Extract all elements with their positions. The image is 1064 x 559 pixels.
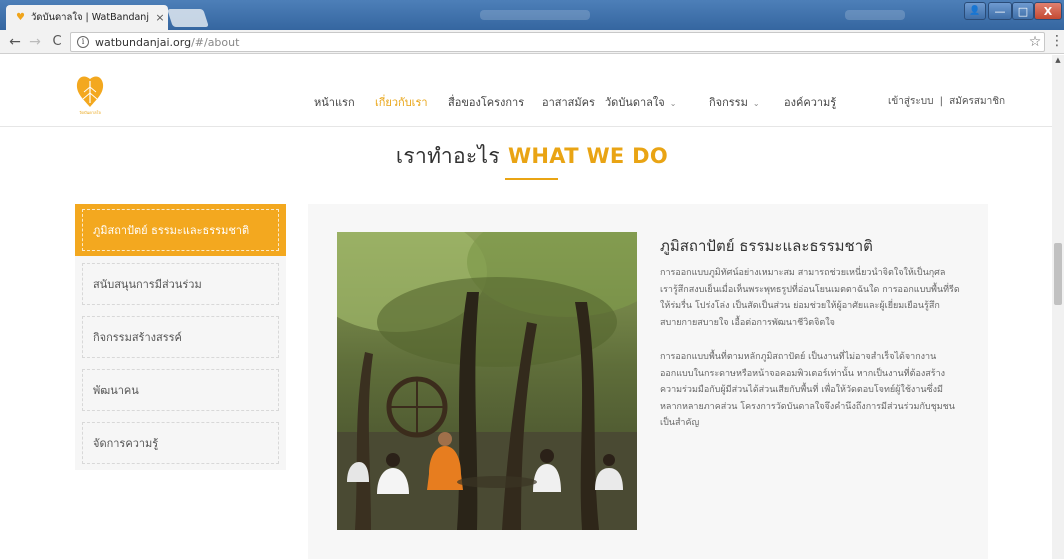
nav-media[interactable]: สื่อของโครงการ [448, 93, 524, 111]
auth-links: เข้าสู่ระบบ | สมัครสมาชิก [888, 94, 1005, 109]
scroll-up-arrow-icon[interactable]: ▲ [1052, 55, 1064, 65]
login-link[interactable]: เข้าสู่ระบบ [888, 96, 933, 107]
maximize-icon: □ [1017, 4, 1029, 18]
url-host: watbundanjai.org [95, 35, 192, 49]
url-text: watbundanjai.org/#/about [95, 36, 1026, 49]
nav-about[interactable]: เกี่ยวกับเรา [375, 93, 428, 111]
page-title: เราทำอะไร WHAT WE DO [0, 140, 1064, 173]
bodhi-leaf-logo-icon [76, 76, 104, 107]
title-underline [505, 178, 558, 180]
browser-titlebar: ♥ วัดบันดาลใจ | WatBandanj × 👤 — □ X [0, 0, 1064, 30]
tab-title: วัดบันดาลใจ | WatBandanj [30, 12, 149, 23]
nav-temples-label: วัดบันดาลใจ [605, 96, 665, 109]
content-paragraph-2: การออกแบบพื้นที่ตามหลักภูมิสถาปัตย์ เป็น… [660, 352, 955, 428]
nav-activities-label: กิจกรรม [709, 96, 748, 109]
chevron-down-icon: ⌄ [669, 99, 677, 108]
chevron-down-icon: ⌄ [752, 99, 760, 108]
sidebar-item-participation[interactable]: สนับสนุนการมีส่วนร่วม [75, 258, 286, 310]
new-tab-button[interactable] [167, 9, 209, 27]
favicon-heart-icon: ♥ [16, 12, 25, 23]
window-user-icon[interactable]: 👤 [964, 2, 986, 20]
window-minimize-button[interactable]: — [988, 2, 1012, 20]
address-bar: ← → C i watbundanjai.org/#/about ☆ ⋮ [0, 30, 1064, 54]
tab-close-icon[interactable]: × [152, 11, 168, 24]
url-input[interactable]: i watbundanjai.org/#/about ☆ [70, 32, 1045, 52]
sidebar-item-creative[interactable]: กิจกรรมสร้างสรรค์ [75, 311, 286, 363]
content-title: ภูมิสถาปัตย์ ธรรมะและธรรมชาติ [660, 237, 873, 255]
bookmark-star-icon[interactable]: ☆ [1026, 34, 1044, 50]
sidebar-item-label: สนับสนุนการมีส่วนร่วม [82, 263, 279, 305]
back-arrow-icon[interactable]: ← [6, 33, 24, 51]
scroll-thumb[interactable] [1054, 243, 1062, 305]
sidebar-item-label: กิจกรรมสร้างสรรค์ [82, 316, 279, 358]
content-photo [337, 232, 637, 530]
nav-volunteer[interactable]: อาสาสมัคร [542, 93, 595, 111]
window-close-button[interactable]: X [1034, 2, 1062, 20]
sidebar-item-knowledge[interactable]: จัดการความรู้ [75, 417, 286, 469]
blurred-user-region [845, 10, 905, 20]
nav-home[interactable]: หน้าแรก [314, 93, 355, 111]
nav-activities[interactable]: กิจกรรม ⌄ [709, 93, 760, 111]
nav-knowledge[interactable]: องค์ความรู้ [784, 93, 836, 111]
monk-under-trees-image [337, 232, 637, 530]
page-scrollbar[interactable]: ▲ [1052, 55, 1064, 559]
site-logo[interactable]: วัดบันดาลใจ [74, 71, 106, 115]
window-maximize-button[interactable]: □ [1012, 2, 1034, 20]
auth-separator: | [939, 96, 943, 107]
sidebar-item-label: จัดการความรู้ [82, 422, 279, 464]
page-title-english: WHAT WE DO [507, 144, 669, 168]
sidebar-item-label: พัฒนาคน [82, 369, 279, 411]
page-title-thai: เราทำอะไร [395, 144, 500, 168]
reload-icon[interactable]: C [48, 33, 66, 51]
logo-caption: วัดบันดาลใจ [79, 110, 101, 115]
user-glyph: 👤 [969, 6, 981, 16]
url-path: /#/about [191, 35, 240, 49]
close-icon: X [1043, 4, 1053, 18]
topic-sidebar: ภูมิสถาปัตย์ ธรรมะและธรรมชาติ สนับสนุนกา… [75, 204, 286, 470]
register-link[interactable]: สมัครสมาชิก [949, 96, 1005, 107]
sidebar-item-landscape[interactable]: ภูมิสถาปัตย์ ธรรมะและธรรมชาติ [75, 204, 286, 256]
browser-menu-icon[interactable]: ⋮ [1050, 33, 1064, 51]
forward-arrow-icon[interactable]: → [26, 33, 44, 51]
site-header: วัดบันดาลใจ หน้าแรก เกี่ยวกับเรา สื่อของ… [0, 55, 1052, 127]
site-info-icon[interactable]: i [77, 36, 89, 48]
minimize-icon: — [994, 4, 1006, 18]
blurred-title-region [480, 10, 590, 20]
browser-tab[interactable]: ♥ วัดบันดาลใจ | WatBandanj × [6, 5, 168, 30]
content-paragraph-1: การออกแบบภูมิทัศน์อย่างเหมาะสม สามารถช่ว… [660, 268, 960, 328]
sidebar-item-label: ภูมิสถาปัตย์ ธรรมะและธรรมชาติ [82, 209, 279, 251]
nav-temples[interactable]: วัดบันดาลใจ ⌄ [605, 93, 676, 111]
sidebar-item-people[interactable]: พัฒนาคน [75, 364, 286, 416]
